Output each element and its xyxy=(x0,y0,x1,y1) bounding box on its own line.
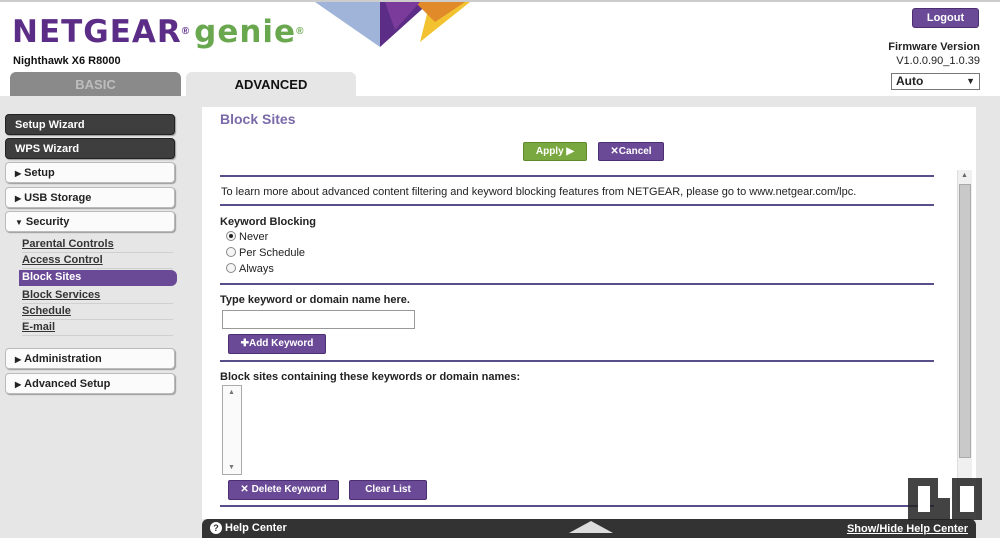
intro-text: To learn more about advanced content fil… xyxy=(221,186,857,198)
add-keyword-label: Add Keyword xyxy=(248,338,314,349)
sidebar-setup-wizard[interactable]: Setup Wizard xyxy=(5,114,175,135)
page-title: Block Sites xyxy=(220,111,296,127)
expand-arrow-icon: ▶ xyxy=(15,169,22,178)
apply-button[interactable]: Apply ▶ xyxy=(523,142,587,161)
cancel-label: Cancel xyxy=(618,146,652,157)
keyword-blocking-label: Keyword Blocking xyxy=(220,216,316,228)
divider xyxy=(220,204,934,206)
radio-button[interactable] xyxy=(226,231,236,241)
product-name: genie xyxy=(194,14,297,50)
radio-per-schedule[interactable]: Per Schedule xyxy=(226,247,305,261)
firmware-label: Firmware Version xyxy=(888,41,980,53)
sidebar-usb-storage-label: USB Storage xyxy=(24,192,92,204)
sidebar-item-block-sites[interactable]: Block Sites xyxy=(19,270,177,286)
radio-button[interactable] xyxy=(226,263,236,273)
tab-advanced[interactable]: ADVANCED xyxy=(186,72,356,98)
plus-icon: ✚ xyxy=(240,338,249,349)
delete-keyword-label: Delete Keyword xyxy=(251,484,327,495)
scroll-up-icon[interactable]: ▲ xyxy=(228,389,235,396)
add-keyword-button[interactable]: ✚Add Keyword xyxy=(228,334,326,354)
sidebar-setup-label: Setup xyxy=(24,167,55,179)
sidebar-item-schedule[interactable]: Schedule xyxy=(22,304,173,320)
collapse-arrow-icon: ▼ xyxy=(15,218,23,227)
radio-always[interactable]: Always xyxy=(226,263,274,277)
radio-always-label: Always xyxy=(239,263,274,275)
sidebar-item-email[interactable]: E-mail xyxy=(22,320,173,336)
radio-per-schedule-label: Per Schedule xyxy=(239,247,306,259)
cancel-button[interactable]: ✕Cancel xyxy=(598,142,664,161)
sidebar-item-access-control[interactable]: Access Control xyxy=(22,253,173,269)
scroll-down-icon[interactable]: ▼ xyxy=(228,464,235,471)
netgear-genie-logo: NETGEAR® genie® xyxy=(12,14,304,50)
firmware-version: V1.0.0.90_1.0.39 xyxy=(896,55,980,67)
header-decoration xyxy=(315,2,470,47)
language-select[interactable]: Auto ▼ xyxy=(891,73,980,90)
divider xyxy=(220,360,934,362)
keyword-input-label: Type keyword or domain name here. xyxy=(220,294,410,306)
product-registered-mark: ® xyxy=(296,26,305,37)
sidebar-security[interactable]: ▼ Security xyxy=(5,211,175,232)
expand-arrow-icon: ▶ xyxy=(15,355,22,364)
delete-keyword-button[interactable]: ✕ Delete Keyword xyxy=(228,480,339,500)
expand-arrow-icon: ▶ xyxy=(15,380,22,389)
help-center-label: Help Center xyxy=(225,522,287,534)
footer-toggle-handle[interactable] xyxy=(569,521,613,533)
expand-arrow-icon: ▶ xyxy=(15,194,22,203)
sidebar-item-block-services[interactable]: Block Services xyxy=(22,288,173,304)
help-footer: ? Help Center Show/Hide Help Center xyxy=(202,519,976,538)
scrollbar-thumb[interactable] xyxy=(959,184,971,458)
sidebar-item-parental-controls[interactable]: Parental Controls xyxy=(22,237,173,253)
divider xyxy=(220,283,934,285)
sidebar-advanced-setup[interactable]: ▶ Advanced Setup xyxy=(5,373,175,394)
help-center-link[interactable]: ? Help Center xyxy=(210,522,287,534)
brand-registered-mark: ® xyxy=(181,26,191,37)
tab-basic[interactable]: BASIC xyxy=(10,72,181,98)
header: NETGEAR® genie® Nighthawk X6 R8000 Logout… xyxy=(0,0,1000,98)
sidebar-administration-label: Administration xyxy=(24,353,102,365)
blocked-keywords-list[interactable]: ▲ ▼ xyxy=(222,385,242,475)
sidebar-usb-storage[interactable]: ▶ USB Storage xyxy=(5,187,175,208)
radio-button[interactable] xyxy=(226,247,236,257)
brand-name: NETGEAR xyxy=(12,14,182,50)
apply-label: Apply xyxy=(535,146,564,157)
radio-never-label: Never xyxy=(239,231,269,243)
language-selected-value: Auto xyxy=(896,74,924,88)
close-icon: ✕ xyxy=(610,146,619,157)
play-icon: ▶ xyxy=(566,146,575,157)
radio-never[interactable]: Never xyxy=(226,231,268,245)
divider xyxy=(220,505,934,507)
clear-list-button[interactable]: Clear List xyxy=(349,480,427,500)
help-icon: ? xyxy=(210,522,222,534)
divider xyxy=(220,175,934,177)
sidebar-advanced-setup-label: Advanced Setup xyxy=(24,378,111,390)
scroll-up-icon[interactable]: ▲ xyxy=(961,172,968,179)
router-model: Nighthawk X6 R8000 xyxy=(13,55,121,67)
logout-button[interactable]: Logout xyxy=(912,8,979,28)
sidebar-setup[interactable]: ▶ Setup xyxy=(5,162,175,183)
keyword-input[interactable] xyxy=(222,310,415,329)
content-scrollbar[interactable]: ▲ xyxy=(957,170,972,512)
sidebar-administration[interactable]: ▶ Administration xyxy=(5,348,175,369)
sidebar-security-label: Security xyxy=(25,216,70,228)
sidebar-wps-wizard[interactable]: WPS Wizard xyxy=(5,138,175,159)
blocked-list-label: Block sites containing these keywords or… xyxy=(220,371,521,383)
watermark-logo xyxy=(908,478,982,520)
close-icon: ✕ xyxy=(240,484,249,495)
dropdown-arrow-icon: ▼ xyxy=(966,76,975,86)
